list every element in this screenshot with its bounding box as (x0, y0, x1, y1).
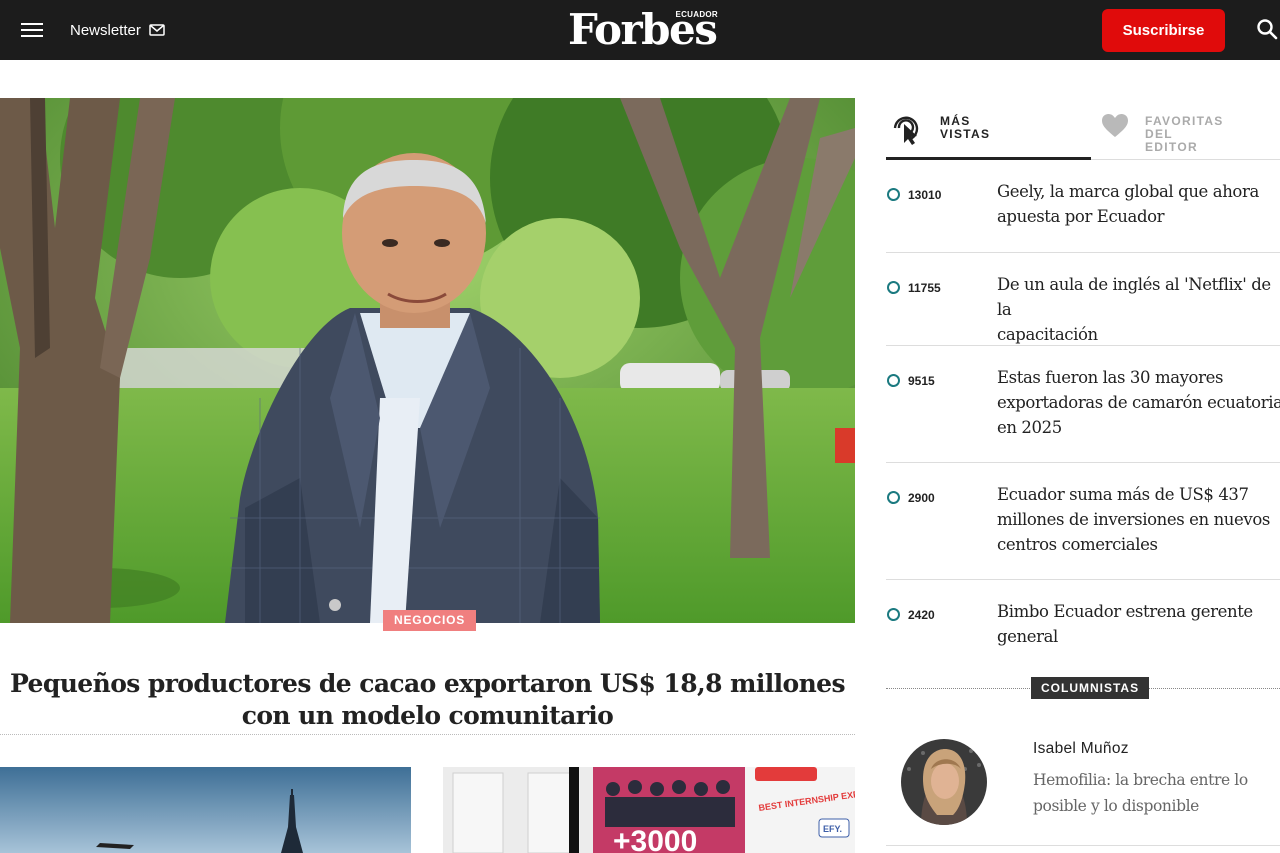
list-item[interactable]: 2420 Bimbo Ecuador estrena gerente gener… (886, 580, 1280, 662)
article-thumbnail-team[interactable]: +3000 BEST INTERNSHIP EXPERIENCES EFY. (443, 767, 855, 853)
list-item[interactable]: 13010 Geely, la marca global que ahora a… (886, 172, 1280, 253)
tab-editors-favorites[interactable]: FAVORITAS DEL EDITOR (1091, 104, 1280, 160)
columnist-card[interactable]: Isabel Muñoz Hemofilia: la brecha entre … (886, 736, 1280, 846)
view-count: 2420 (908, 608, 935, 622)
divider (0, 734, 855, 735)
mail-icon (149, 24, 165, 36)
list-item[interactable]: 11755 De un aula de inglés al 'Netflix' … (886, 253, 1280, 346)
logo-edition: ECUADOR (675, 10, 718, 19)
promo-badge-text: +3000 (613, 825, 697, 853)
rank-dot-icon (887, 608, 900, 621)
article-title: Geely, la marca global que ahora apuesta… (997, 182, 1259, 226)
sidebar-tabs: MÁS VISTAS FAVORITAS DEL EDITOR (886, 104, 1280, 160)
forbes-logo[interactable]: Forbes ECUADOR (568, 6, 720, 54)
article-title: Estas fueron las 30 mayores exportadoras… (997, 368, 1280, 437)
subscribe-button[interactable]: Suscribirse (1102, 9, 1225, 52)
rank-dot-icon (887, 374, 900, 387)
top-navigation-bar: Newsletter Forbes ECUADOR Suscribirse (0, 0, 1280, 60)
avatar (901, 739, 987, 825)
list-item[interactable]: 9515 Estas fueron las 30 mayores exporta… (886, 346, 1280, 463)
cursor-click-icon (893, 116, 919, 145)
columnist-name: Isabel Muñoz (1033, 740, 1129, 757)
columnists-section-header: COLUMNISTAS (1031, 677, 1150, 699)
rank-dot-icon (887, 281, 900, 294)
promo-tag-text: EFY. (823, 824, 842, 834)
hero-image[interactable] (0, 98, 855, 623)
article-thumbnail-paris[interactable] (0, 767, 411, 853)
article-title: Bimbo Ecuador estrena gerente general (997, 602, 1253, 646)
rank-dot-icon (887, 491, 900, 504)
hero-title[interactable]: Pequeños productores de cacao exportaron… (0, 668, 855, 732)
article-title: Ecuador suma más de US$ 437 millones de … (997, 485, 1270, 554)
tab-most-viewed[interactable]: MÁS VISTAS (886, 104, 1091, 160)
columnist-article-title: Hemofilia: la brecha entre lo posible y … (1033, 771, 1248, 815)
view-count: 2900 (908, 491, 935, 505)
search-icon[interactable] (1256, 18, 1278, 40)
hamburger-menu-icon[interactable] (20, 20, 44, 40)
tab-editors-favorites-label: FAVORITAS DEL EDITOR (1145, 114, 1224, 154)
heart-icon (1102, 114, 1128, 137)
view-count: 11755 (908, 281, 941, 295)
rank-dot-icon (887, 188, 900, 201)
newsletter-link[interactable]: Newsletter (70, 19, 165, 41)
view-count: 13010 (908, 188, 942, 202)
category-badge[interactable]: NEGOCIOS (383, 610, 477, 631)
view-count: 9515 (908, 374, 935, 388)
article-title: De un aula de inglés al 'Netflix' de la … (997, 275, 1271, 344)
newsletter-label: Newsletter (70, 21, 141, 39)
tab-most-viewed-label: MÁS VISTAS (940, 114, 991, 141)
list-item[interactable]: 2900 Ecuador suma más de US$ 437 millone… (886, 463, 1280, 580)
